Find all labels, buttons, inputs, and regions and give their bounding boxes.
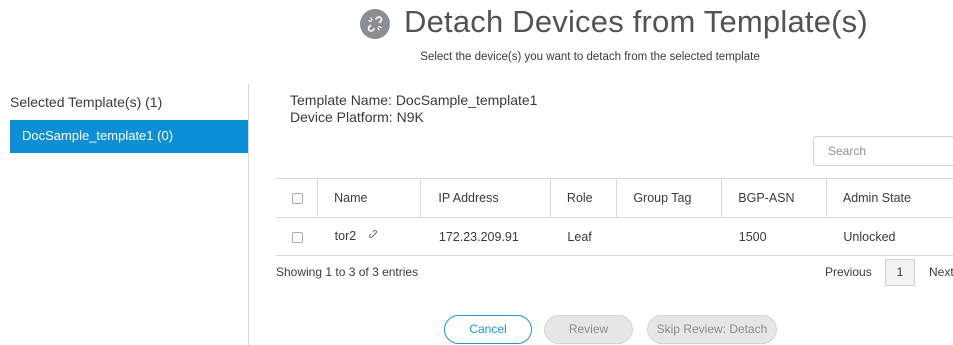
devices-table: Name IP Address Role Group Tag BGP-ASN A… — [276, 178, 953, 256]
skip-review-detach-button[interactable]: Skip Review: Detach — [647, 315, 777, 344]
template-name: Template Name: DocSample_template1 — [290, 92, 538, 108]
row-select-cell[interactable] — [276, 218, 318, 256]
table-row[interactable]: tor2 172.23.209.91 Leaf 1500 Unlocked — [276, 218, 953, 256]
title-row: Detach Devices from Template(s) — [360, 4, 868, 40]
cell-group-tag — [617, 218, 722, 256]
table-header-row: Name IP Address Role Group Tag BGP-ASN A… — [276, 178, 953, 218]
cell-role: Leaf — [567, 229, 592, 244]
link-icon — [368, 229, 380, 244]
dialog-header: Detach Devices from Template(s) Select t… — [0, 0, 953, 72]
header-group-tag[interactable]: Group Tag — [616, 178, 722, 218]
header-ip-address[interactable]: IP Address — [420, 178, 551, 218]
template-info: Template Name: DocSample_template1 Devic… — [290, 92, 537, 126]
broken-link-icon — [360, 9, 390, 39]
page-number-button[interactable]: 1 — [885, 259, 915, 286]
entries-info: Showing 1 to 3 of 3 entries — [276, 265, 419, 279]
selected-templates-panel: Selected Template(s) (1) DocSample_templ… — [0, 84, 249, 345]
header-role[interactable]: Role — [549, 178, 617, 218]
next-page-link[interactable]: Next — [929, 265, 953, 279]
cell-bgp-asn: 1500 — [738, 229, 767, 244]
header-name[interactable]: Name — [317, 178, 421, 218]
header-select-all[interactable] — [276, 179, 318, 218]
row-checkbox[interactable] — [292, 231, 303, 243]
cancel-button[interactable]: Cancel — [444, 315, 532, 344]
header-bgp-asn[interactable]: BGP-ASN — [721, 178, 827, 218]
template-list-item[interactable]: DocSample_template1 (0) — [10, 120, 248, 153]
select-all-checkbox[interactable] — [292, 193, 303, 205]
device-name: tor2 — [334, 228, 357, 243]
dialog-title: Detach Devices from Template(s) — [404, 4, 868, 39]
review-button[interactable]: Review — [544, 315, 633, 344]
selected-templates-heading: Selected Template(s) (1) — [10, 94, 163, 110]
cell-admin-state: Unlocked — [843, 229, 896, 244]
cell-ip-address: 172.23.209.91 — [438, 229, 519, 244]
device-platform: Device Platform: N9K — [290, 109, 424, 125]
header-admin-state[interactable]: Admin State — [825, 178, 953, 218]
cell-name: tor2 — [318, 218, 421, 256]
dialog-subtitle: Select the device(s) you want to detach … — [420, 51, 760, 63]
search-input[interactable]: Search — [813, 136, 953, 166]
previous-page-link[interactable]: Previous — [825, 265, 872, 279]
